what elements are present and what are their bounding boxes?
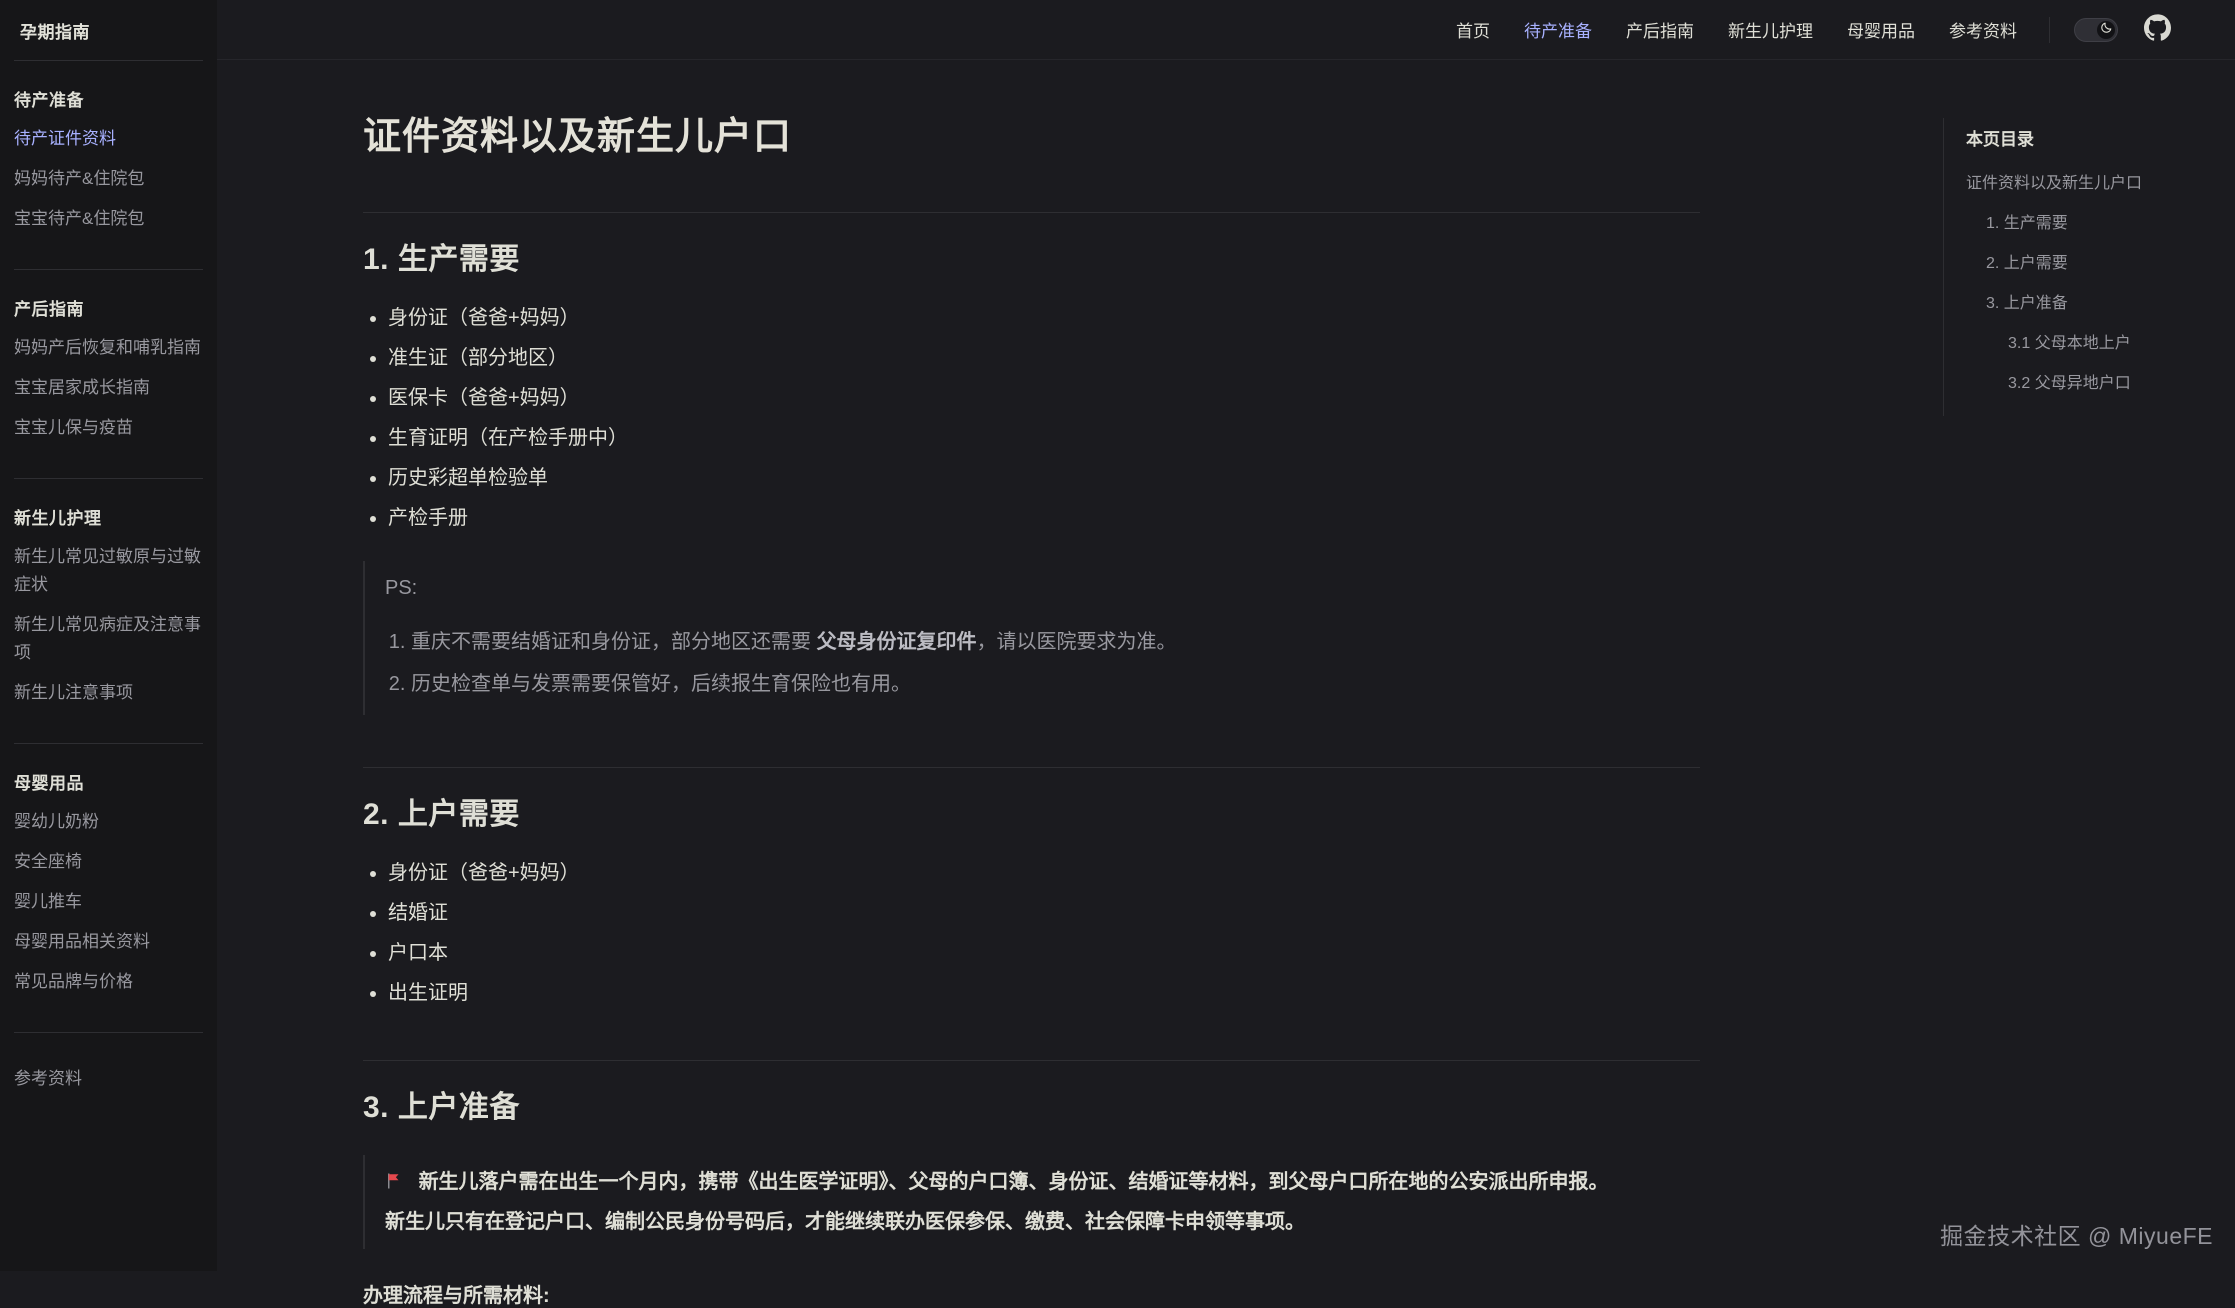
github-icon: [2144, 14, 2171, 46]
list-item: 身份证（爸爸+妈妈）: [388, 303, 1700, 333]
moon-icon: [2100, 21, 2113, 39]
toc-link-section-3[interactable]: 3. 上户准备: [1966, 284, 2193, 324]
theme-knob: [2097, 21, 2115, 39]
note-text: 历史检查单与发票需要保管好，后续报生育保险也有用。: [411, 673, 911, 695]
flag-icon: [385, 1173, 409, 1195]
quote-line: 新生儿只有在登记户口、编制公民身份号码后，才能继续联办医保参保、缴费、社会保障卡…: [385, 1211, 1305, 1233]
sidebar-item-diseases[interactable]: 新生儿常见病症及注意事项: [14, 605, 203, 673]
sidebar-item-references[interactable]: 参考资料: [14, 1059, 203, 1099]
list-item: 准生证（部分地区）: [388, 343, 1700, 373]
navbar: 首页 待产准备 产后指南 新生儿护理 母婴用品 参考资料: [217, 0, 2235, 60]
page-title: 证件资料以及新生儿户口: [363, 114, 1700, 160]
note-text: ，请以医院要求为准。: [977, 631, 1177, 653]
note-strong-text: 父母身份证复印件: [817, 631, 977, 653]
nav-link-prenatal[interactable]: 待产准备: [1524, 17, 1592, 42]
sidebar-item-mom-hospital-bag[interactable]: 妈妈待产&住院包: [14, 159, 203, 199]
ps-blockquote: PS: 重庆不需要结婚证和身份证，部分地区还需要 父母身份证复印件，请以医院要求…: [363, 561, 1700, 715]
nav-divider: [2049, 17, 2050, 43]
flag-quote-text: 新生儿落户需在出生一个月内，携带《出生医学证明》、父母的户口簿、身份证、结婚证等…: [385, 1163, 1700, 1241]
list-item: 重庆不需要结婚证和身份证，部分地区还需要 父母身份证复印件，请以医院要求为准。: [411, 627, 1700, 657]
sidebar-item-formula[interactable]: 婴幼儿奶粉: [14, 802, 203, 842]
sidebar-item-mom-recovery[interactable]: 妈妈产后恢复和哺乳指南: [14, 328, 203, 368]
nav-link-newborn-care[interactable]: 新生儿护理: [1728, 17, 1813, 42]
list-item: 历史检查单与发票需要保管好，后续报生育保险也有用。: [411, 669, 1700, 699]
sidebar-group-title: 待产准备: [14, 87, 203, 115]
birth-needs-list: 身份证（爸爸+妈妈） 准生证（部分地区） 医保卡（爸爸+妈妈） 生育证明（在产检…: [363, 303, 1700, 533]
sidebar-item-documents[interactable]: 待产证件资料: [14, 119, 203, 159]
section-heading-2: 2. 上户需要: [363, 767, 1700, 834]
sidebar-item-stroller[interactable]: 婴儿推车: [14, 882, 203, 922]
site-title: 孕期指南: [0, 0, 217, 60]
sidebar-group-title: 产后指南: [14, 296, 203, 324]
page-outline: 本页目录 证件资料以及新生儿户口 1. 生产需要 2. 上户需要 3. 上户准备…: [1943, 118, 2193, 416]
sidebar-item-allergy[interactable]: 新生儿常见过敏原与过敏症状: [14, 537, 203, 605]
list-item: 出生证明: [388, 978, 1700, 1008]
toc-link-section-2[interactable]: 2. 上户需要: [1966, 244, 2193, 284]
section-heading-3: 3. 上户准备: [363, 1060, 1700, 1127]
sidebar-item-car-seat[interactable]: 安全座椅: [14, 842, 203, 882]
watermark: 掘金技术社区 @ MiyueFE: [1940, 1217, 2213, 1251]
github-link[interactable]: [2144, 14, 2171, 46]
flag-blockquote: 新生儿落户需在出生一个月内，携带《出生医学证明》、父母的户口簿、身份证、结婚证等…: [363, 1155, 1700, 1249]
list-item: 医保卡（爸爸+妈妈）: [388, 383, 1700, 413]
registration-needs-list: 身份证（爸爸+妈妈） 结婚证 户口本 出生证明: [363, 858, 1700, 1008]
ps-list: 重庆不需要结婚证和身份证，部分地区还需要 父母身份证复印件，请以医院要求为准。 …: [385, 627, 1700, 699]
sidebar-group-references: 参考资料: [14, 1032, 203, 1125]
sidebar-group-title: 母婴用品: [14, 770, 203, 798]
outline-title: 本页目录: [1966, 126, 2193, 154]
sidebar-group-postpartum: 产后指南 妈妈产后恢复和哺乳指南 宝宝居家成长指南 宝宝儿保与疫苗: [14, 269, 203, 478]
quote-line: 新生儿落户需在出生一个月内，携带《出生医学证明》、父母的户口簿、身份证、结婚证等…: [419, 1171, 1609, 1193]
note-text: 重庆不需要结婚证和身份证，部分地区还需要: [411, 631, 817, 653]
list-item: 历史彩超单检验单: [388, 463, 1700, 493]
sidebar-group-newborn-care: 新生儿护理 新生儿常见过敏原与过敏症状 新生儿常见病症及注意事项 新生儿注意事项: [14, 478, 203, 743]
sidebar-item-product-resources[interactable]: 母婴用品相关资料: [14, 922, 203, 962]
sidebar-item-baby-hospital-bag[interactable]: 宝宝待产&住院包: [14, 199, 203, 239]
list-item: 户口本: [388, 938, 1700, 968]
sidebar-item-baby-growth[interactable]: 宝宝居家成长指南: [14, 368, 203, 408]
list-item: 结婚证: [388, 898, 1700, 928]
ps-label: PS:: [385, 573, 1700, 603]
theme-toggle[interactable]: [2074, 18, 2118, 42]
sidebar-group-prenatal: 待产准备 待产证件资料 妈妈待产&住院包 宝宝待产&住院包: [14, 60, 203, 269]
toc-link-page[interactable]: 证件资料以及新生儿户口: [1966, 164, 2193, 204]
sidebar-item-newborn-notes[interactable]: 新生儿注意事项: [14, 673, 203, 713]
nav-link-baby-products[interactable]: 母婴用品: [1847, 17, 1915, 42]
sidebar-item-baby-vaccine[interactable]: 宝宝儿保与疫苗: [14, 408, 203, 448]
sidebar-nav: 待产准备 待产证件资料 妈妈待产&住院包 宝宝待产&住院包 产后指南 妈妈产后恢…: [0, 60, 217, 1125]
nav-link-postpartum[interactable]: 产后指南: [1626, 17, 1694, 42]
toc-link-section-1[interactable]: 1. 生产需要: [1966, 204, 2193, 244]
materials-label: 办理流程与所需材料:: [363, 1279, 1700, 1308]
nav-link-home[interactable]: 首页: [1456, 17, 1490, 42]
list-item: 生育证明（在产检手册中）: [388, 423, 1700, 453]
toc-link-section-3-1[interactable]: 3.1 父母本地上户: [1966, 324, 2193, 364]
sidebar: 孕期指南 待产准备 待产证件资料 妈妈待产&住院包 宝宝待产&住院包 产后指南 …: [0, 0, 217, 1271]
list-item: 产检手册: [388, 503, 1700, 533]
section-heading-1: 1. 生产需要: [363, 212, 1700, 279]
doc-content: 证件资料以及新生儿户口 1. 生产需要 身份证（爸爸+妈妈） 准生证（部分地区）…: [363, 60, 1700, 1308]
sidebar-group-baby-products: 母婴用品 婴幼儿奶粉 安全座椅 婴儿推车 母婴用品相关资料 常见品牌与价格: [14, 743, 203, 1032]
sidebar-item-brands-prices[interactable]: 常见品牌与价格: [14, 962, 203, 1002]
nav-link-references[interactable]: 参考资料: [1949, 17, 2017, 42]
list-item: 身份证（爸爸+妈妈）: [388, 858, 1700, 888]
toc-link-section-3-2[interactable]: 3.2 父母异地户口: [1966, 364, 2193, 404]
sidebar-group-title: 新生儿护理: [14, 505, 203, 533]
